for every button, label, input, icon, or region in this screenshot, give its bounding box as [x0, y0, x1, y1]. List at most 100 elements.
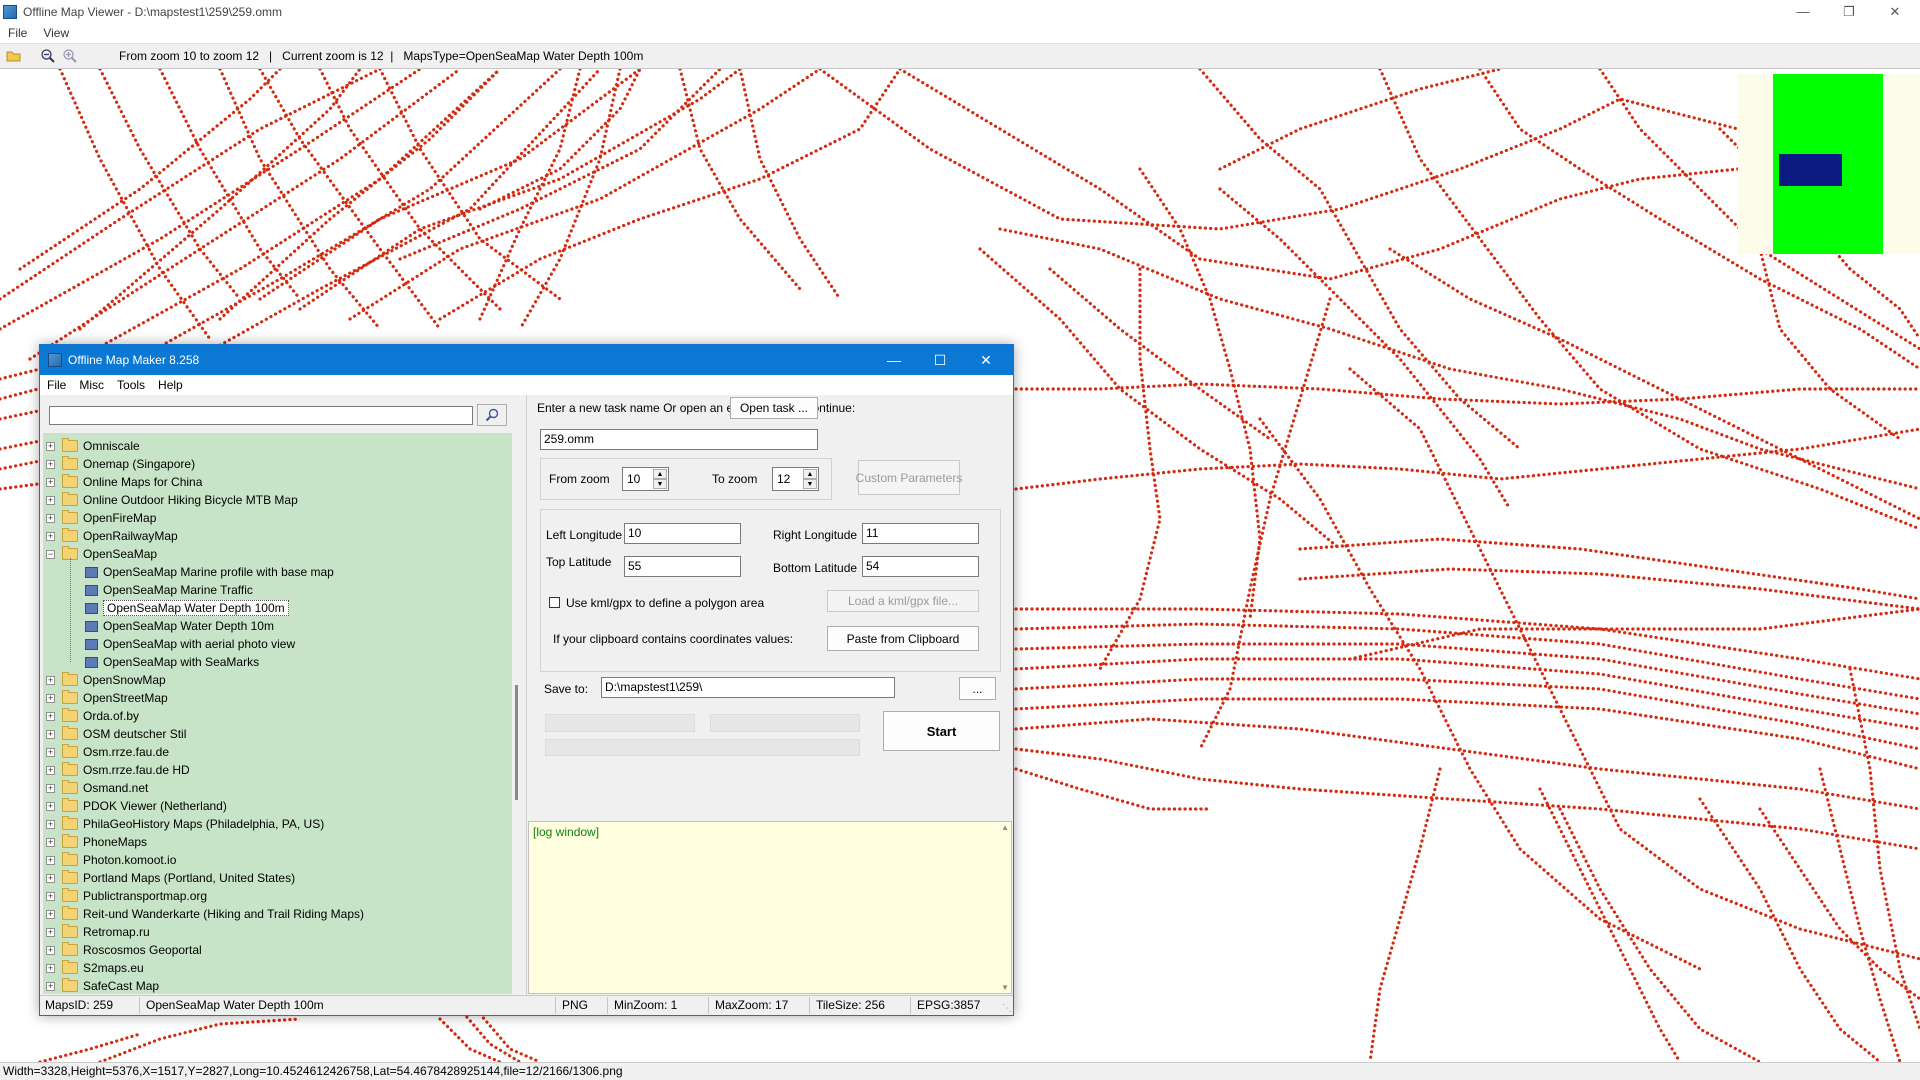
to-zoom-up-icon[interactable]: ▲ [803, 469, 817, 479]
tree-node[interactable]: + Omniscale [46, 437, 140, 455]
minimize-icon[interactable]: — [1780, 0, 1826, 23]
menu-file[interactable]: File [0, 26, 35, 40]
tree-node[interactable]: + Portland Maps (Portland, United States) [46, 869, 295, 887]
log-scroll-up-icon[interactable]: ▲ [1001, 823, 1009, 832]
tree-node[interactable]: + Roscosmos Geoportal [46, 941, 202, 959]
tree-node[interactable]: + PDOK Viewer (Netherland) [46, 797, 227, 815]
tree-node[interactable]: + Orda.of.by [46, 707, 139, 725]
tree-node[interactable]: + Publictransportmap.org [46, 887, 207, 905]
tree-node[interactable]: + OpenSnowMap [46, 671, 166, 689]
left-longitude-input[interactable]: 10 [624, 523, 741, 544]
tree-node[interactable]: + PhilaGeoHistory Maps (Philadelphia, PA,… [46, 815, 324, 833]
tree-node[interactable]: + S2maps.eu [46, 959, 144, 977]
expand-icon[interactable]: + [46, 459, 55, 469]
tree-node[interactable]: + SafeCast Map [46, 977, 159, 994]
task-name-input[interactable]: 259.omm [540, 429, 818, 450]
paste-from-clipboard-button[interactable]: Paste from Clipboard [827, 626, 979, 651]
tree-node[interactable]: − OpenSeaMap [46, 545, 157, 563]
tree-leaf[interactable]: OpenSeaMap Marine profile with base map [85, 563, 334, 581]
custom-parameters-button[interactable]: Custom Parameters [856, 460, 962, 495]
browse-button[interactable]: ... [959, 677, 996, 700]
expand-icon[interactable]: + [46, 963, 55, 973]
dialog-maximize-icon[interactable]: ☐ [917, 345, 963, 375]
expand-icon[interactable]: + [46, 891, 55, 901]
map-search-input[interactable] [49, 406, 473, 425]
expand-icon[interactable]: + [46, 531, 55, 541]
collapse-icon[interactable]: − [46, 549, 55, 559]
load-kml-button[interactable]: Load a kml/gpx file... [827, 590, 979, 612]
dialog-menu-help[interactable]: Help [151, 378, 189, 392]
tree-node[interactable]: + Online Outdoor Hiking Bicycle MTB Map [46, 491, 298, 509]
expand-icon[interactable]: + [46, 675, 55, 685]
from-zoom-spinner[interactable]: 10 ▲ ▼ [622, 467, 669, 491]
expand-icon[interactable]: + [46, 765, 55, 775]
expand-icon[interactable]: + [46, 837, 55, 847]
zoom-out-icon[interactable] [37, 46, 59, 66]
start-button[interactable]: Start [883, 711, 1000, 751]
expand-icon[interactable]: + [46, 693, 55, 703]
expand-icon[interactable]: + [46, 711, 55, 721]
expand-icon[interactable]: + [46, 819, 55, 829]
top-latitude-input[interactable]: 55 [624, 556, 741, 577]
restore-icon[interactable]: ❐ [1826, 0, 1872, 23]
expand-icon[interactable]: + [46, 945, 55, 955]
bottom-latitude-input[interactable]: 54 [862, 556, 979, 577]
expand-icon[interactable]: + [46, 801, 55, 811]
close-icon[interactable]: ✕ [1872, 0, 1918, 23]
tree-node[interactable]: + OSM deutscher Stil [46, 725, 186, 743]
expand-icon[interactable]: + [46, 981, 55, 991]
tree-node[interactable]: + Osm.rrze.fau.de HD [46, 761, 190, 779]
menu-view[interactable]: View [35, 26, 77, 40]
tree-node[interactable]: + PhoneMaps [46, 833, 147, 851]
expand-icon[interactable]: + [46, 927, 55, 937]
tree-node[interactable]: + Osm.rrze.fau.de [46, 743, 169, 761]
from-zoom-down-icon[interactable]: ▼ [653, 479, 667, 489]
tree-node[interactable]: + OpenFireMap [46, 509, 156, 527]
save-to-input[interactable]: D:\mapstest1\259\ [601, 677, 895, 698]
dialog-menu-file[interactable]: File [40, 378, 72, 392]
zoom-in-icon[interactable] [59, 46, 81, 66]
tree-node[interactable]: + Photon.komoot.io [46, 851, 176, 869]
dialog-minimize-icon[interactable]: — [871, 345, 917, 375]
tree-node[interactable]: + Online Maps for China [46, 473, 202, 491]
open-task-button[interactable]: Open task ... [730, 397, 818, 419]
expand-icon[interactable]: + [46, 477, 55, 487]
panel-splitter[interactable] [526, 395, 527, 995]
search-button[interactable] [477, 404, 507, 426]
right-longitude-input[interactable]: 11 [862, 523, 979, 544]
tree-node[interactable]: + Onemap (Singapore) [46, 455, 195, 473]
dialog-menu-misc[interactable]: Misc [72, 378, 110, 392]
minimap-viewport[interactable] [1779, 154, 1842, 186]
tree-node[interactable]: + OpenRailwayMap [46, 527, 178, 545]
kml-polygon-checkbox[interactable] [549, 597, 560, 608]
expand-icon[interactable]: + [46, 747, 55, 757]
expand-icon[interactable]: + [46, 909, 55, 919]
to-zoom-spinner[interactable]: 12 ▲ ▼ [772, 467, 819, 491]
expand-icon[interactable]: + [46, 513, 55, 523]
map-source-tree[interactable]: + Omniscale + Onemap (Singapore) + Online Map… [43, 433, 512, 994]
open-folder-icon[interactable] [3, 46, 25, 66]
log-scroll-down-icon[interactable]: ▼ [1001, 983, 1009, 992]
tree-scrollbar-thumb[interactable] [515, 685, 518, 800]
dialog-close-icon[interactable]: ✕ [963, 345, 1009, 375]
dialog-menu-tools[interactable]: Tools [110, 378, 151, 392]
tree-node[interactable]: + Reit-und Wanderkarte (Hiking and Trail … [46, 905, 364, 923]
tree-leaf[interactable]: OpenSeaMap with aerial photo view [85, 635, 295, 653]
expand-icon[interactable]: + [46, 441, 55, 451]
expand-icon[interactable]: + [46, 783, 55, 793]
expand-icon[interactable]: + [46, 729, 55, 739]
expand-icon[interactable]: + [46, 873, 55, 883]
log-window[interactable]: [log window] ▲ ▼ [528, 821, 1012, 994]
tree-node[interactable]: + OpenStreetMap [46, 689, 168, 707]
resize-grip-icon[interactable]: ⋱ [1002, 1003, 1012, 1014]
from-zoom-up-icon[interactable]: ▲ [653, 469, 667, 479]
tree-leaf[interactable]: OpenSeaMap Marine Traffic [85, 581, 253, 599]
expand-icon[interactable]: + [46, 855, 55, 865]
tree-node[interactable]: + Retromap.ru [46, 923, 150, 941]
kml-polygon-label[interactable]: Use kml/gpx to define a polygon area [566, 596, 764, 610]
tree-leaf[interactable]: OpenSeaMap Water Depth 10m [85, 617, 274, 635]
tree-leaf[interactable]: OpenSeaMap Water Depth 100m [85, 599, 289, 617]
expand-icon[interactable]: + [46, 495, 55, 505]
to-zoom-down-icon[interactable]: ▼ [803, 479, 817, 489]
tree-leaf[interactable]: OpenSeaMap with SeaMarks [85, 653, 259, 671]
